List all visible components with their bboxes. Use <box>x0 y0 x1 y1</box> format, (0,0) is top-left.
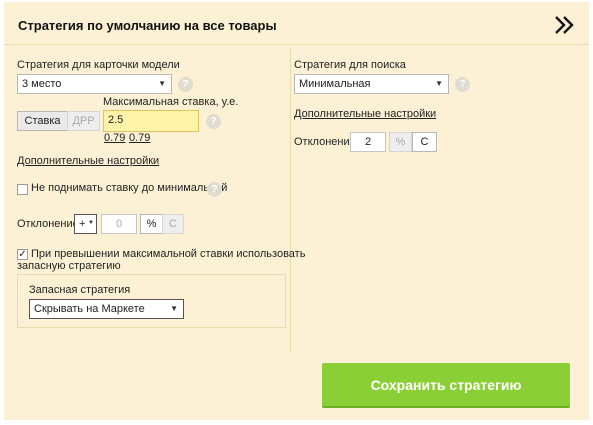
deviation-sign-select[interactable]: + ▼ <box>74 214 97 234</box>
chevron-down-icon: ▼ <box>88 220 94 226</box>
deviation-sign-value: + <box>79 218 86 230</box>
deviation-label: Отклонение <box>17 218 79 230</box>
help-icon[interactable]: ? <box>207 182 222 197</box>
help-icon[interactable]: ? <box>178 77 193 92</box>
chevron-down-icon: ▼ <box>170 304 178 313</box>
chevron-down-icon: ▼ <box>158 79 166 88</box>
column-divider <box>290 49 291 353</box>
fallback-checkbox[interactable]: ✓ <box>17 249 28 260</box>
fallback-checkbox-label: При превышении максимальной ставки испол… <box>31 248 306 260</box>
card-strategy-label: Стратегия для карточки модели <box>17 59 180 71</box>
help-icon[interactable]: ? <box>206 114 221 129</box>
advanced-settings-link[interactable]: Дополнительные настройки <box>294 108 436 120</box>
deviation-input[interactable]: 0 <box>101 214 137 234</box>
bid-hint-link[interactable]: 0.79 <box>129 132 150 144</box>
fallback-strategy-label: Запасная стратегия <box>29 284 131 296</box>
stavka-toggle-button[interactable]: Ставка <box>17 111 68 131</box>
header-divider <box>4 44 589 45</box>
fallback-strategy-select[interactable]: Скрывать на Маркете ▼ <box>29 299 184 319</box>
card-strategy-value: 3 место <box>22 78 62 90</box>
double-chevron-right-icon[interactable] <box>552 11 578 39</box>
fallback-checkbox-label-cont: запасную стратегию <box>17 260 121 272</box>
save-strategy-button[interactable]: Сохранить стратегию <box>322 363 570 408</box>
strategy-panel: Стратегия по умолчанию на все товары Стр… <box>4 2 589 420</box>
max-bid-label: Максимальная ставка, у.е. <box>103 96 239 108</box>
search-deviation-label: Отклонение <box>294 136 356 148</box>
search-deviation-input[interactable]: 2 <box>350 132 386 152</box>
search-currency-toggle-button[interactable]: С <box>412 132 437 152</box>
chevron-down-icon: ▼ <box>435 79 443 88</box>
search-strategy-select[interactable]: Минимальная ▼ <box>294 74 449 94</box>
search-percent-toggle-button[interactable]: % <box>389 132 412 152</box>
max-bid-input[interactable]: 2.5 <box>103 110 199 132</box>
bid-hint-link[interactable]: 0.79 <box>104 132 125 144</box>
search-strategy-label: Стратегия для поиска <box>294 59 406 71</box>
fallback-strategy-value: Скрывать на Маркете <box>34 303 145 315</box>
no-raise-label: Не поднимать ставку до минимальной <box>31 182 228 194</box>
card-strategy-select[interactable]: 3 место ▼ <box>17 74 172 94</box>
panel-title: Стратегия по умолчанию на все товары <box>18 18 277 33</box>
percent-toggle-button[interactable]: % <box>140 214 163 234</box>
drr-toggle-button[interactable]: ДРР <box>67 111 100 131</box>
advanced-settings-link[interactable]: Дополнительные настройки <box>17 155 159 167</box>
currency-toggle-button[interactable]: С <box>162 214 184 234</box>
no-raise-checkbox[interactable] <box>17 184 28 195</box>
search-strategy-value: Минимальная <box>299 78 371 90</box>
help-icon[interactable]: ? <box>455 77 470 92</box>
